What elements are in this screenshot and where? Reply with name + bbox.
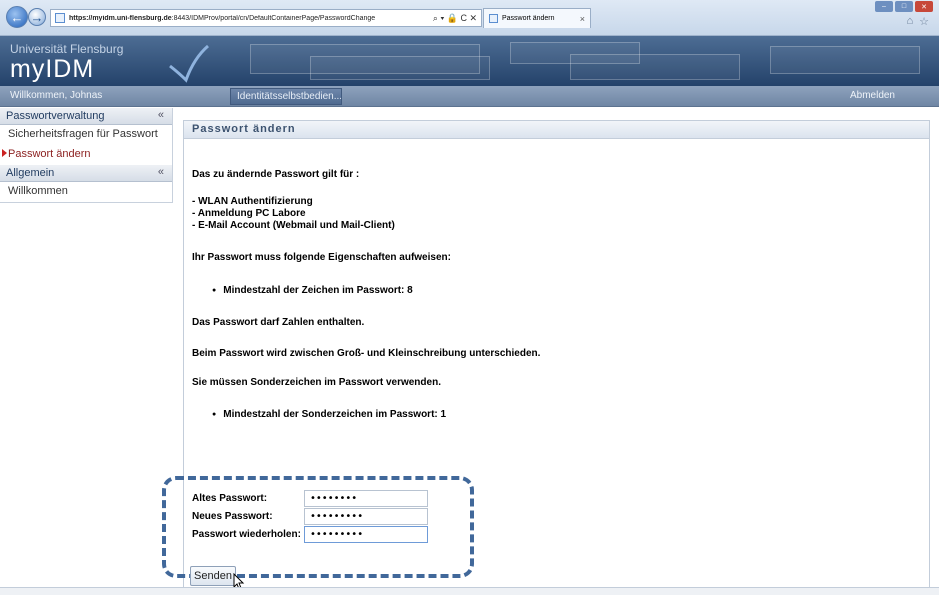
favorites-star-icon[interactable]: ☆ bbox=[919, 15, 929, 28]
sidebar-group-header[interactable]: Passwortverwaltung « bbox=[0, 108, 172, 125]
app-logo-text: myIDM bbox=[10, 55, 95, 83]
requirement-min-length: Mindestzahl der Zeichen im Passwort: 8 bbox=[212, 285, 413, 296]
logout-link[interactable]: Abmelden bbox=[850, 90, 895, 101]
digits-note: Das Passwort darf Zahlen enthalten. bbox=[192, 317, 365, 328]
nav-bar: Willkommen, Johnas Identitätsselbstbedie… bbox=[0, 86, 939, 107]
sidebar-group-password: Passwortverwaltung « Sicherheitsfragen f… bbox=[0, 108, 173, 165]
university-name: Universität Flensburg bbox=[10, 42, 124, 56]
window-controls: – □ ✕ bbox=[875, 1, 933, 12]
browser-toolbar-icons: ⌂ ☆ bbox=[906, 15, 929, 28]
page-title: Passwort ändern bbox=[184, 121, 929, 139]
sidebar-group-general: Allgemein « Willkommen bbox=[0, 165, 173, 202]
intro-text: Das zu ändernde Passwort gilt für : bbox=[192, 169, 360, 180]
sidebar-divider bbox=[0, 202, 173, 203]
sidebar-item-security-questions[interactable]: Sicherheitsfragen für Passwort bbox=[0, 125, 172, 145]
requirements-heading: Ihr Passwort muss folgende Eigenschaften… bbox=[192, 252, 451, 263]
swoosh-logo-icon bbox=[169, 44, 209, 83]
collapse-icon[interactable]: « bbox=[158, 109, 164, 121]
requirement-min-special: Mindestzahl der Sonderzeichen im Passwor… bbox=[212, 409, 446, 420]
tab-close-icon[interactable]: × bbox=[580, 14, 585, 24]
service-item: - E-Mail Account (Webmail und Mail-Clien… bbox=[192, 220, 395, 231]
address-tools-icons[interactable]: ⌕ ▾ 🔒 C ✕ bbox=[433, 13, 477, 24]
tab-title: Passwort ändern bbox=[502, 15, 555, 22]
active-marker-icon bbox=[2, 149, 7, 157]
address-url[interactable]: https://myidm.uni-flensburg.de:8443/IDMP… bbox=[69, 15, 429, 22]
forward-button[interactable]: → bbox=[28, 8, 46, 26]
browser-toolbar: ← → https://myidm.uni-flensburg.de:8443/… bbox=[0, 0, 939, 36]
home-icon[interactable]: ⌂ bbox=[906, 15, 913, 28]
submit-button[interactable]: Senden bbox=[190, 566, 236, 586]
sidebar-item-change-password[interactable]: Passwort ändern bbox=[0, 145, 172, 165]
forward-arrow-icon: → bbox=[30, 9, 44, 25]
special-chars-note: Sie müssen Sonderzeichen im Passwort ver… bbox=[192, 377, 441, 388]
maximize-button[interactable]: □ bbox=[895, 1, 913, 12]
case-note: Beim Passwort wird zwischen Groß- und Kl… bbox=[192, 348, 541, 359]
sidebar-group-header[interactable]: Allgemein « bbox=[0, 165, 172, 182]
app-header: Universität Flensburg myIDM bbox=[0, 36, 939, 86]
form-highlight-annotation bbox=[162, 476, 474, 578]
address-bar[interactable]: https://myidm.uni-flensburg.de:8443/IDMP… bbox=[50, 9, 482, 27]
welcome-text: Willkommen, Johnas bbox=[10, 90, 103, 101]
sidebar-item-welcome[interactable]: Willkommen bbox=[0, 182, 172, 202]
collapse-icon[interactable]: « bbox=[158, 166, 164, 178]
close-window-button[interactable]: ✕ bbox=[915, 1, 933, 12]
browser-tab[interactable]: Passwort ändern × bbox=[483, 8, 591, 28]
status-bar bbox=[0, 587, 939, 595]
service-item: - Anmeldung PC Labore bbox=[192, 208, 306, 219]
sidebar: Passwortverwaltung « Sicherheitsfragen f… bbox=[0, 108, 173, 595]
service-item: - WLAN Authentifizierung bbox=[192, 196, 313, 207]
back-arrow-icon: ← bbox=[10, 9, 24, 25]
back-button[interactable]: ← bbox=[6, 6, 28, 28]
tab-identity-self-service[interactable]: Identitätsselbstbedien... bbox=[230, 88, 342, 105]
page-icon bbox=[55, 13, 65, 23]
header-decoration bbox=[210, 36, 939, 86]
minimize-button[interactable]: – bbox=[875, 1, 893, 12]
tab-page-icon bbox=[489, 14, 498, 23]
